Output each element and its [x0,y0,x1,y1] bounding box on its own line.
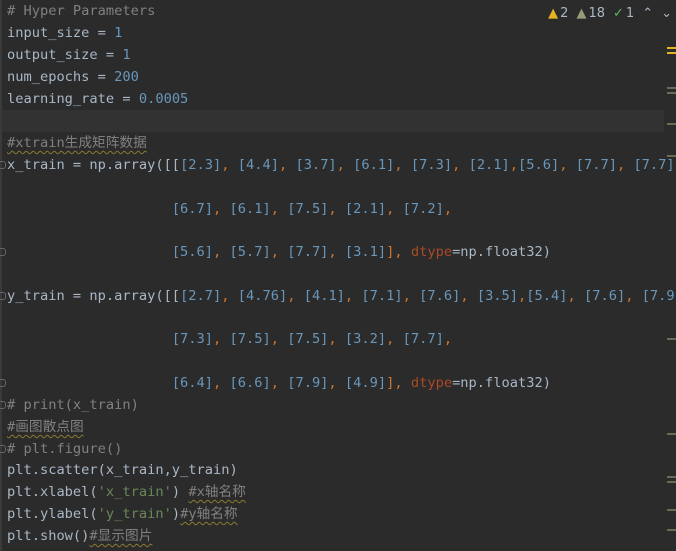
code-line: [5.6], [5.7], [7.7], [3.1]], dtype=np.fl… [171,244,551,260]
array-element: [6.1] [353,157,395,173]
array-element: [5.6] [518,157,560,173]
code-line: # print(x_train) [7,397,139,413]
array-element: [7.5] [287,331,329,347]
code-line: #画图散点图 [7,419,84,435]
error-stripe-mark[interactable] [667,87,676,89]
array-element: [7.3] [171,331,214,347]
array-element: [4.1] [303,288,345,304]
array-element: [6.6] [229,375,271,391]
weak-warning-count: 18 [588,6,605,21]
check-icon: ✓ [613,6,624,21]
code-line: plt.scatter(x_train,y_train) [7,462,238,478]
fold-marker-icon[interactable] [0,379,6,387]
code-line: [6.7], [6.1], [7.5], [2.1], [7.2], [171,201,453,217]
code-line: plt.xlabel('x_train') #x轴名称 [7,484,246,500]
code-line: plt.show()#显示图片 [7,528,153,544]
array-element: [3.5] [476,288,519,304]
typo-count: 1 [625,6,635,21]
error-stripe-mark[interactable] [667,155,676,157]
array-element: [2.1] [344,201,387,217]
array-element: [7.6] [583,288,626,304]
code-line: y_train = np.array([[[2.7], [4.76], [4.1… [7,285,676,307]
fold-marker-icon[interactable] [0,401,6,409]
error-stripe-mark[interactable] [667,433,676,435]
array-element: [2.3] [180,157,222,173]
fold-marker-icon[interactable] [0,445,6,453]
fold-marker-icon[interactable] [0,161,6,169]
code-line: input_size = 1 [7,25,123,41]
error-stripe-mark[interactable] [667,123,676,125]
array-element: [7.5] [229,331,271,347]
code-line: plt.ylabel('y_train')#y轴名称 [7,506,238,522]
array-element: [7.6] [419,288,461,304]
error-stripe-mark[interactable] [667,47,676,49]
array-element: [2.1] [468,157,510,173]
code-line: x_train = np.array([[[2.3], [4.4], [3.7]… [7,157,676,173]
array-element: [7.1] [361,288,403,304]
code-line: output_size = 1 [7,47,131,63]
code-line: num_epochs = 200 [7,69,139,85]
code-line: [6.4], [6.6], [7.9], [4.9]], dtype=np.fl… [171,375,551,391]
error-stripe-mark[interactable] [667,52,676,54]
code-line: # plt.figure() [7,441,123,457]
scrollbar[interactable] [664,0,676,551]
array-element: [6.1] [229,201,271,217]
code-line: # Hyper Parameters [7,3,156,19]
array-element: [6.7] [171,201,214,217]
error-stripe-mark[interactable] [667,92,676,94]
array-element: [4.4] [237,157,279,173]
array-element: [5.6] [171,244,214,260]
warning-count: 2 [560,6,569,21]
array-element: [7.9] [287,375,329,391]
array-element: [6.4] [171,375,214,391]
array-element: [4.76] [237,288,288,304]
array-element: [7.7] [575,157,617,173]
error-stripe-mark[interactable] [667,481,676,483]
array-element: [7.5] [287,201,329,217]
error-stripe-mark[interactable] [667,529,676,531]
code-editor[interactable]: # Hyper Parameters input_size = 1 output… [0,0,676,551]
error-stripe-mark[interactable] [667,338,676,340]
chevron-up-icon[interactable]: ⌃ [642,6,653,21]
array-element: [2.7] [180,288,222,304]
code-line: learning_rate = 0.0005 [7,91,189,107]
current-line-highlight [0,110,664,132]
error-stripe-mark[interactable] [667,476,676,478]
code-line: #xtrain生成矩阵数据 [7,135,147,151]
error-stripe-mark[interactable] [667,509,676,511]
array-element: [7.7] [402,331,444,347]
fold-marker-icon[interactable] [0,292,6,300]
array-element: [7.3] [410,157,453,173]
warning-triangle-icon: ▲ [548,6,559,21]
array-element: [5.7] [229,244,271,260]
gutter [0,0,2,551]
fold-marker-icon[interactable] [0,248,6,256]
array-element: [7.2] [402,201,444,217]
array-element: [4.9] [344,375,387,391]
array-element: [3.2] [344,331,387,347]
array-element: [3.7] [295,157,337,173]
weak-warning-icon: ▲ [576,6,587,21]
array-element: [7.7] [287,244,329,260]
code-line: [7.3], [7.5], [7.5], [3.2], [7.7], [171,331,453,347]
inspection-status[interactable]: ▲ 2 ▲ 18 ✓ 1 ⌃ ⌄ [548,6,672,21]
array-element: [5.4] [526,288,568,304]
array-element: [3.1] [344,244,387,260]
